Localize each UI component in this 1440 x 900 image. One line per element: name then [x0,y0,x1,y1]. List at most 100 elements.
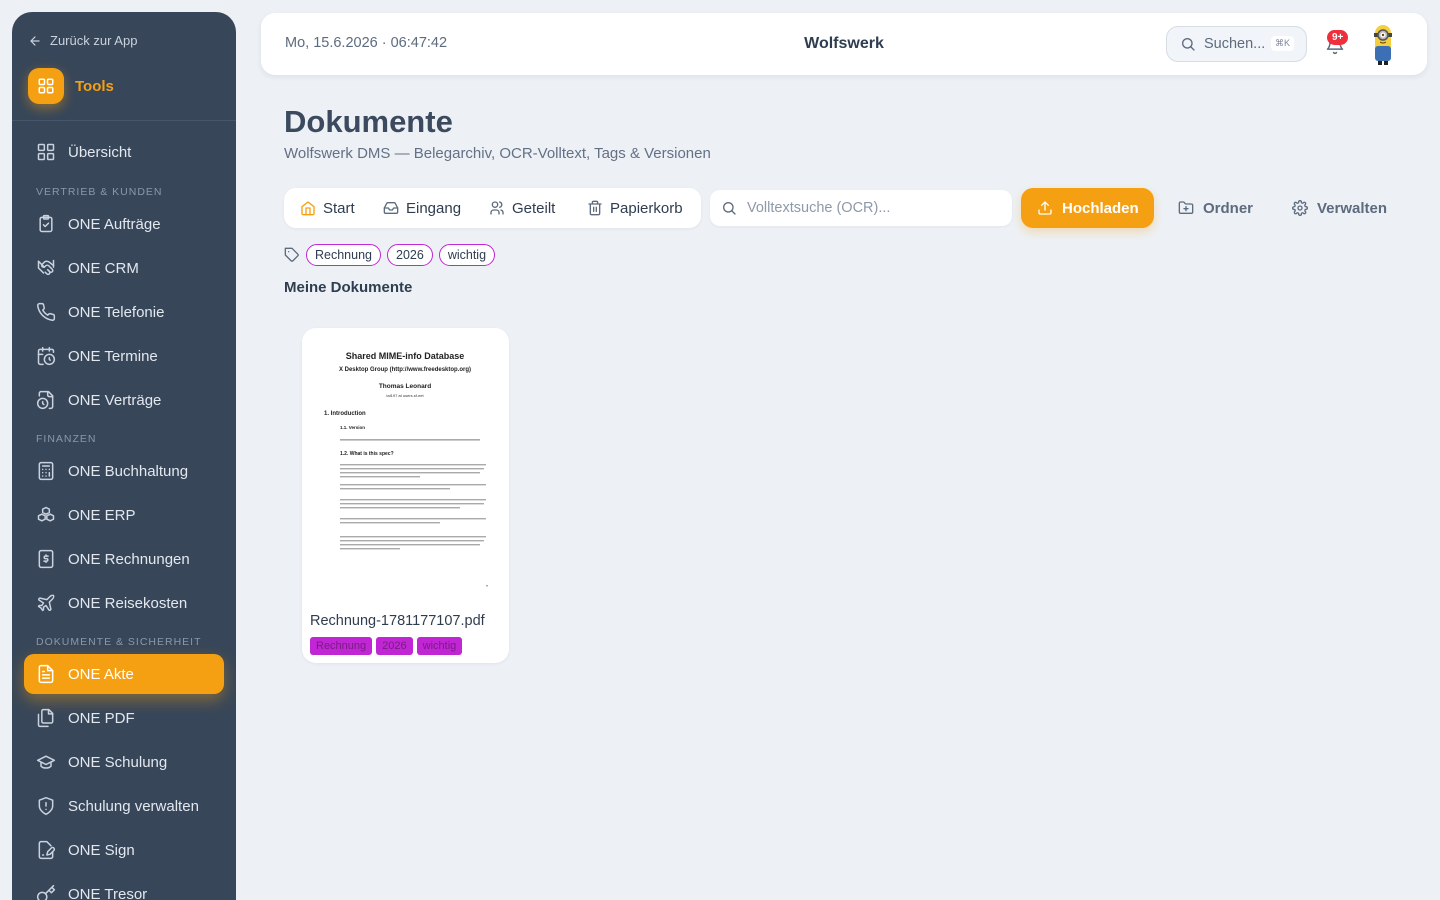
file-text-icon [38,664,54,684]
shield-icon [38,796,54,816]
preview-subtitle: X Desktop Group (http://www.freedesktop.… [339,367,471,373]
manage-button[interactable]: Verwalten [1292,188,1387,228]
top-header: Mo, 15.6.2026 · 06:47:42 Wolfswerk Suche… [261,13,1427,75]
sidebar-item-label: ONE PDF [68,709,135,727]
folder-plus-icon [1178,201,1194,214]
sidebar-item-label: Übersicht [68,143,132,161]
tag-filter-row: Rechnung 2026 wichtig [284,244,496,266]
calculator-icon [38,461,54,481]
tab-label: Start [323,199,355,217]
sidebar-item-label: ONE Buchhaltung [68,462,189,480]
sidebar-item-label: Schulung verwalten [68,797,199,815]
sidebar-item-label: ONE Rechnungen [68,550,190,568]
arrow-left-icon [30,35,40,46]
graduation-cap-icon [36,755,56,769]
handshake-icon [37,259,55,276]
tab-label: Papierkorb [610,199,683,217]
sidebar-item-one-auftraege[interactable]: ONE Aufträge [24,204,224,244]
upload-label: Hochladen [1062,199,1139,217]
document-thumbnail: Shared MIME-info Database X Desktop Grou… [316,344,494,596]
receipt-dollar-icon [38,549,54,569]
section-vertrieb-kunden: VERTRIEB & KUNDEN [36,186,163,198]
phone-icon [37,302,56,321]
sidebar-item-label: ONE Aufträge [68,215,161,233]
tag-filter-chip[interactable]: Rechnung [306,244,381,266]
sidebar-item-label: ONE Termine [68,347,158,365]
sidebar-item-one-buchhaltung[interactable]: ONE Buchhaltung [24,451,224,491]
ocr-search-input[interactable]: Volltextsuche (OCR)... [710,190,1012,226]
sidebar-divider [12,120,236,121]
document-tag: 2026 [376,637,413,655]
sidebar-item-label: ONE ERP [68,506,136,524]
file-clock-icon [36,390,54,410]
section-finanzen: FINANZEN [36,433,97,445]
tag-filter-chip[interactable]: wichtig [438,244,496,266]
sidebar-item-label: ONE CRM [68,259,139,277]
page-title: Dokumente [284,104,453,139]
preview-author: Thomas Leonard [379,383,431,390]
sidebar-item-label: ONE Verträge [68,391,162,409]
preview-heading: 1. Introduction [324,411,366,417]
grid-icon [28,68,64,104]
tab-eingang[interactable]: Eingang [383,188,461,228]
page-subtitle: Wolfswerk DMS — Belegarchiv, OCR-Volltex… [284,145,711,162]
tools-label: Tools [75,77,114,95]
tab-label: Geteilt [512,199,556,217]
file-signature-icon [38,840,56,860]
sidebar-item-label: ONE Schulung [68,753,168,771]
boxes-icon [37,506,55,522]
sidebar-item-one-reisekosten[interactable]: ONE Reisekosten [24,583,224,623]
tab-geteilt[interactable]: Geteilt [489,188,555,228]
preview-title: Shared MIME-info Database [346,351,465,361]
sidebar-item-one-tresor[interactable]: ONE Tresor [24,874,224,900]
sidebar-item-one-pdf[interactable]: ONE PDF [24,698,224,738]
files-icon [37,708,54,728]
sidebar-item-one-erp[interactable]: ONE ERP [24,495,224,535]
tools-header[interactable]: Tools [28,68,114,104]
manage-label: Verwalten [1317,199,1388,217]
ocr-search-placeholder: Volltextsuche (OCR)... [747,200,891,216]
gear-icon [1292,200,1308,216]
upload-button[interactable]: Hochladen [1021,188,1154,228]
back-to-app-link[interactable]: Zurück zur App [28,33,137,48]
search-icon [1182,38,1195,51]
document-tag: Rechnung [310,637,373,655]
document-filename: Rechnung-1781177107.pdf [310,613,485,629]
document-card[interactable]: Shared MIME-info Database X Desktop Grou… [302,328,509,663]
avatar[interactable] [1367,22,1399,66]
sidebar-item-one-akte[interactable]: ONE Akte [24,654,224,694]
home-icon [301,201,315,216]
tab-papierkorb[interactable]: Papierkorb [587,188,683,228]
search-placeholder: Suchen... [1204,36,1266,52]
tag-filter-chip[interactable]: 2026 [387,244,433,266]
sidebar-item-one-schulung[interactable]: ONE Schulung [24,742,224,782]
key-icon [36,884,56,900]
sidebar-item-uebersicht[interactable]: Übersicht [24,132,224,172]
sidebar: Zurück zur App Tools Übersicht VERTRIEB … [12,12,236,900]
sidebar-item-one-crm[interactable]: ONE CRM [24,248,224,288]
document-tag: wichtig [416,637,463,655]
calendar-clock-icon [37,346,56,366]
document-tabs: Start Eingang Geteilt Papierkorb [284,188,701,228]
sidebar-item-one-termine[interactable]: ONE Termine [24,336,224,376]
sidebar-item-schulung-verwalten[interactable]: Schulung verwalten [24,786,224,826]
sidebar-item-one-telefonie[interactable]: ONE Telefonie [24,292,224,332]
tab-start[interactable]: Start [300,188,355,228]
upload-icon [1038,201,1052,215]
trash-icon [588,200,602,216]
inbox-icon [383,202,399,214]
preview-email: tal197 at users.sf.net [386,393,424,398]
folder-button[interactable]: Ordner [1178,188,1253,228]
section-dokumente-sicherheit: DOKUMENTE & SICHERHEIT [36,636,202,648]
sidebar-item-label: ONE Tresor [68,885,148,900]
grid-icon [37,143,55,161]
tag-icon [284,247,299,262]
sidebar-item-one-vertraege[interactable]: ONE Verträge [24,380,224,420]
sidebar-item-one-sign[interactable]: ONE Sign [24,830,224,870]
global-search-button[interactable]: Suchen... ⌘K [1166,26,1307,62]
preview-heading: 1.1. Version [340,425,365,430]
clipboard-check-icon [39,214,53,233]
sidebar-item-one-rechnungen[interactable]: ONE Rechnungen [24,539,224,579]
sidebar-item-label: ONE Sign [68,841,135,859]
sidebar-item-label: ONE Reisekosten [68,594,188,612]
